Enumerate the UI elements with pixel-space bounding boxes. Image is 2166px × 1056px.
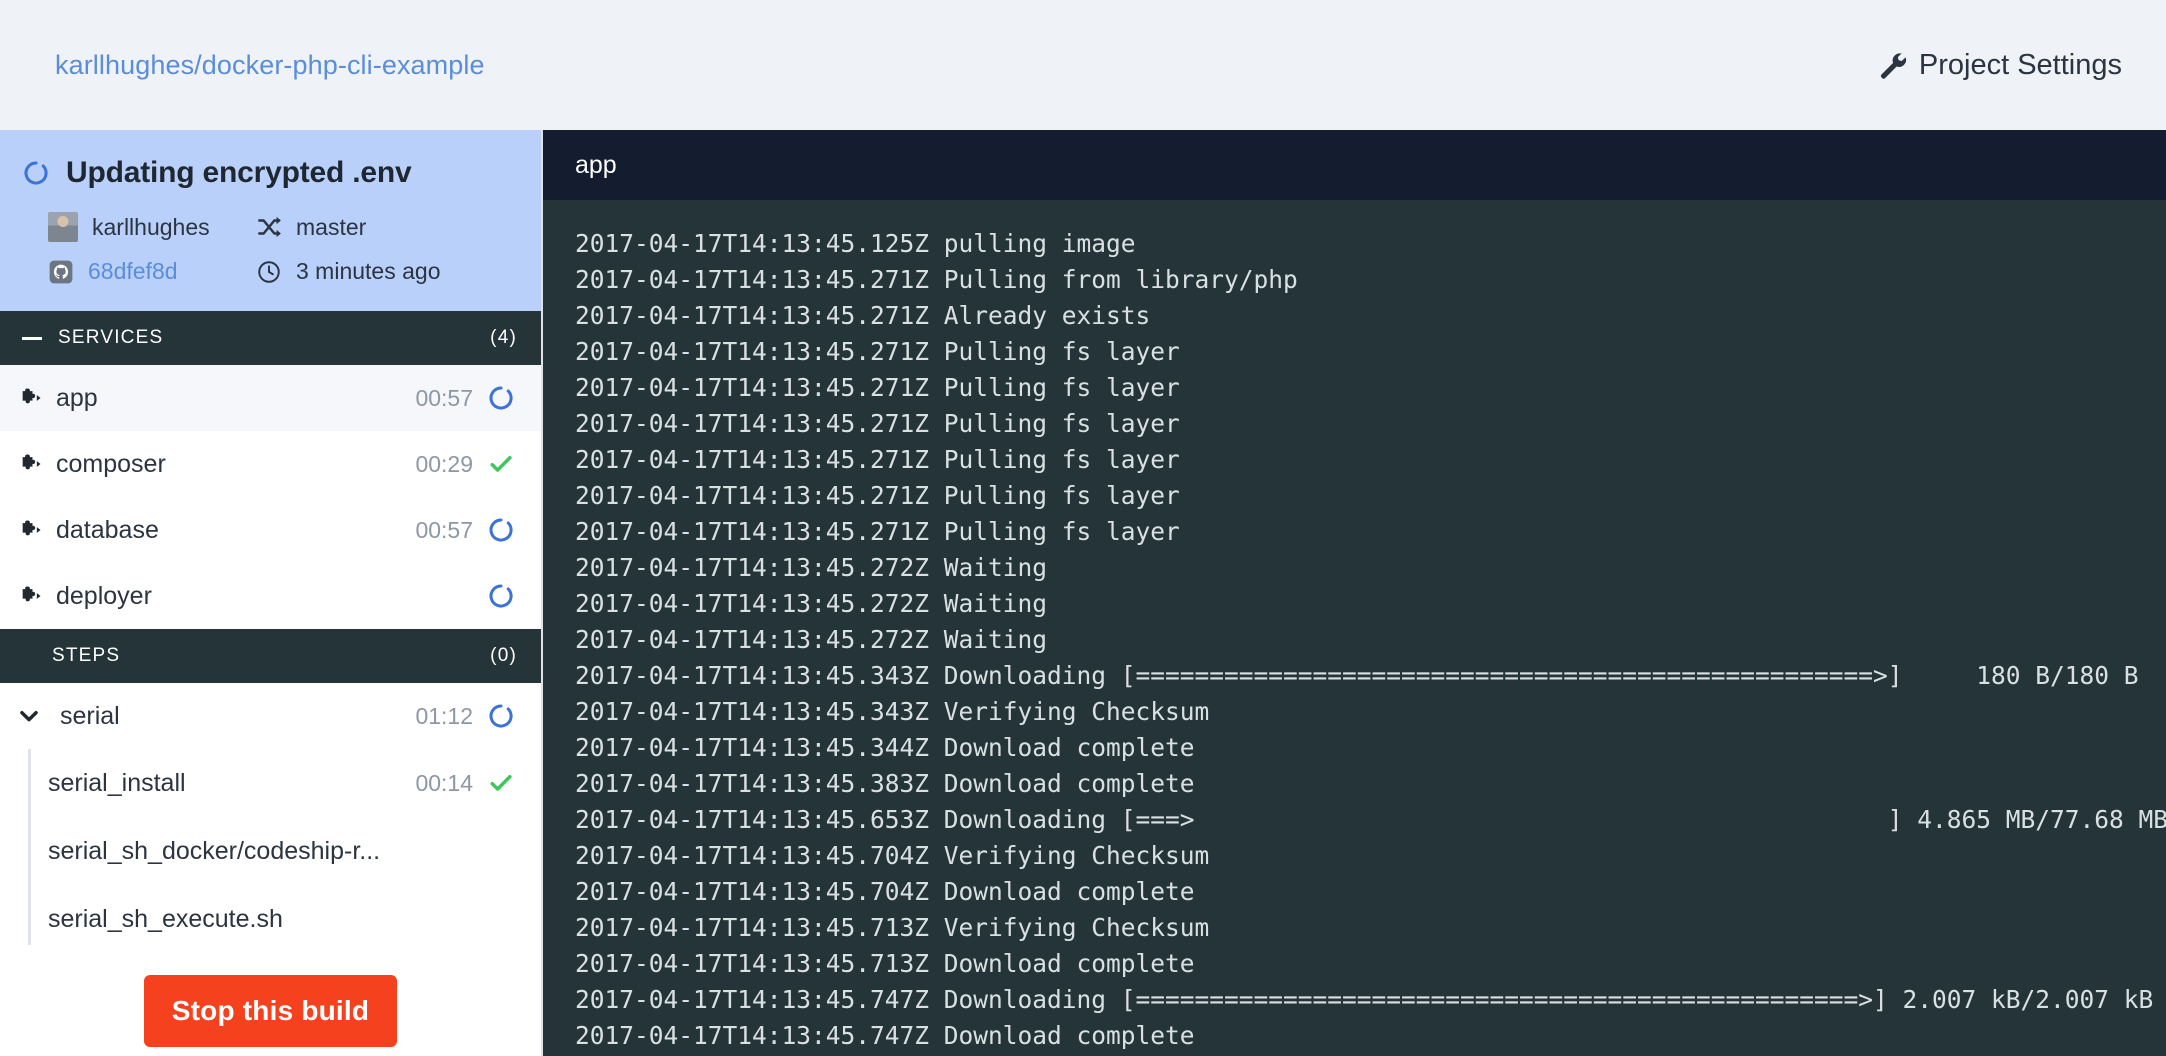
puzzle-icon bbox=[22, 520, 41, 536]
log-line: 2017-04-17T14:13:45.271Z Pulling fs laye… bbox=[575, 481, 1180, 510]
log-line: 2017-04-17T14:13:45.653Z Downloading [==… bbox=[575, 805, 2166, 834]
log-title: app bbox=[575, 150, 617, 179]
spinner-icon bbox=[24, 161, 48, 185]
build-branch-label: master bbox=[296, 213, 367, 240]
puzzle-icon bbox=[22, 454, 41, 470]
substep-list: serial_install 00:14 serial_sh_docker/co… bbox=[0, 749, 541, 953]
substep-name: serial_sh_docker/codeship-r... bbox=[48, 836, 381, 865]
log-line: 2017-04-17T14:13:45.271Z Pulling fs laye… bbox=[575, 409, 1180, 438]
services-section-header[interactable]: SERVICES (4) bbox=[0, 311, 541, 365]
substep-row-serial-sh-docker[interactable]: serial_sh_docker/codeship-r... bbox=[38, 817, 541, 885]
substep-name: serial_install bbox=[48, 768, 186, 797]
spinner-icon bbox=[489, 386, 513, 410]
check-icon bbox=[490, 455, 512, 472]
log-line: 2017-04-17T14:13:45.271Z Pulling fs laye… bbox=[575, 517, 1180, 546]
substep-name: serial_sh_execute.sh bbox=[48, 904, 283, 933]
shuffle-icon bbox=[258, 216, 281, 238]
log-line: 2017-04-17T14:13:45.271Z Pulling fs laye… bbox=[575, 373, 1180, 402]
log-line: 2017-04-17T14:13:45.747Z Download comple… bbox=[575, 1021, 1195, 1050]
service-name: database bbox=[56, 515, 159, 544]
page-body: Updating encrypted .env karllhughes mast… bbox=[0, 130, 2166, 1056]
service-duration: 00:29 bbox=[415, 450, 473, 477]
service-duration: 00:57 bbox=[415, 384, 473, 411]
substep-duration: 00:14 bbox=[415, 769, 473, 796]
puzzle-icon bbox=[22, 388, 41, 404]
log-line: 2017-04-17T14:13:45.125Z pulling image bbox=[575, 229, 1136, 258]
build-author-label: karllhughes bbox=[92, 213, 210, 240]
substep-row-serial-sh-execute[interactable]: serial_sh_execute.sh bbox=[38, 885, 541, 953]
build-title-row: Updating encrypted .env bbox=[22, 156, 511, 190]
avatar bbox=[48, 212, 78, 242]
stop-build-container: Stop this build bbox=[0, 953, 541, 1047]
step-row-serial[interactable]: serial 01:12 bbox=[0, 683, 541, 749]
stop-build-button[interactable]: Stop this build bbox=[143, 975, 398, 1047]
puzzle-icon bbox=[22, 586, 41, 602]
sidebar: Updating encrypted .env karllhughes mast… bbox=[0, 130, 543, 1056]
service-duration: 00:57 bbox=[415, 516, 473, 543]
spinner-icon bbox=[489, 518, 513, 542]
spinner-icon bbox=[489, 584, 513, 608]
log-line: 2017-04-17T14:13:45.271Z Pulling fs laye… bbox=[575, 445, 1180, 474]
log-line: 2017-04-17T14:13:45.271Z Pulling from li… bbox=[575, 265, 1298, 294]
top-bar: karllhughes/docker-php-cli-example Proje… bbox=[0, 0, 2166, 130]
repo-breadcrumb-link[interactable]: karllhughes/docker-php-cli-example bbox=[55, 50, 485, 81]
github-icon bbox=[49, 260, 73, 283]
log-line: 2017-04-17T14:13:45.272Z Waiting bbox=[575, 553, 1048, 582]
service-row-composer[interactable]: composer 00:29 bbox=[0, 431, 541, 497]
build-branch: master bbox=[256, 212, 511, 242]
log-line: 2017-04-17T14:13:45.272Z Waiting bbox=[575, 625, 1048, 654]
log-line: 2017-04-17T14:13:45.383Z Download comple… bbox=[575, 769, 1195, 798]
project-settings-button[interactable]: Project Settings bbox=[1877, 49, 2122, 82]
service-row-deployer[interactable]: deployer bbox=[0, 563, 541, 629]
log-line: 2017-04-17T14:13:45.747Z Downloading [==… bbox=[575, 985, 2154, 1014]
services-section-label: SERVICES bbox=[58, 327, 164, 348]
service-name: composer bbox=[56, 449, 166, 478]
steps-count: (0) bbox=[490, 645, 517, 666]
log-line: 2017-04-17T14:13:45.713Z Download comple… bbox=[575, 949, 1195, 978]
build-meta: karllhughes master 68dfef8d 3 minutes ag… bbox=[22, 212, 511, 285]
log-pane: app 2017-04-17T14:13:45.125Z pulling ima… bbox=[543, 130, 2166, 1056]
wrench-icon bbox=[1880, 53, 1906, 79]
log-line: 2017-04-17T14:13:45.271Z Already exists bbox=[575, 301, 1151, 330]
spinner-icon bbox=[489, 704, 513, 728]
log-line: 2017-04-17T14:13:45.704Z Verifying Check… bbox=[575, 841, 1210, 870]
check-icon bbox=[490, 774, 512, 791]
minus-icon bbox=[22, 336, 42, 340]
clock-icon bbox=[258, 260, 280, 283]
substep-row-serial-install[interactable]: serial_install 00:14 bbox=[38, 749, 541, 817]
log-line: 2017-04-17T14:13:45.713Z Verifying Check… bbox=[575, 913, 1210, 942]
build-time-label: 3 minutes ago bbox=[296, 258, 441, 284]
service-row-database[interactable]: database 00:57 bbox=[0, 497, 541, 563]
build-title: Updating encrypted .env bbox=[66, 156, 412, 189]
log-line: 2017-04-17T14:13:45.271Z Pulling fs laye… bbox=[575, 337, 1180, 366]
service-name: deployer bbox=[56, 581, 152, 610]
log-line: 2017-04-17T14:13:45.344Z Download comple… bbox=[575, 733, 1195, 762]
build-page: karllhughes/docker-php-cli-example Proje… bbox=[0, 0, 2166, 1056]
step-duration: 01:12 bbox=[415, 702, 473, 729]
step-name: serial bbox=[60, 701, 120, 730]
steps-section-header[interactable]: STEPS (0) bbox=[0, 629, 541, 683]
log-line: 2017-04-17T14:13:45.343Z Verifying Check… bbox=[575, 697, 1210, 726]
project-settings-label: Project Settings bbox=[1918, 48, 2122, 81]
log-header: app bbox=[543, 130, 2166, 200]
service-row-app[interactable]: app 00:57 bbox=[0, 365, 541, 431]
build-commit[interactable]: 68dfef8d bbox=[48, 258, 238, 285]
build-author: karllhughes bbox=[48, 212, 238, 242]
log-output[interactable]: 2017-04-17T14:13:45.125Z pulling image 20… bbox=[543, 200, 2166, 1056]
log-line: 2017-04-17T14:13:45.704Z Download comple… bbox=[575, 877, 1195, 906]
chevron-down-icon bbox=[20, 711, 38, 722]
build-time: 3 minutes ago bbox=[256, 258, 511, 285]
log-line: 2017-04-17T14:13:45.343Z Downloading [==… bbox=[575, 661, 2139, 690]
services-count: (4) bbox=[490, 327, 517, 348]
steps-section-label: STEPS bbox=[52, 645, 121, 666]
build-commit-label: 68dfef8d bbox=[88, 258, 178, 284]
log-line: 2017-04-17T14:13:45.272Z Waiting bbox=[575, 589, 1048, 618]
build-info-panel: Updating encrypted .env karllhughes mast… bbox=[0, 130, 541, 311]
service-name: app bbox=[56, 383, 98, 412]
